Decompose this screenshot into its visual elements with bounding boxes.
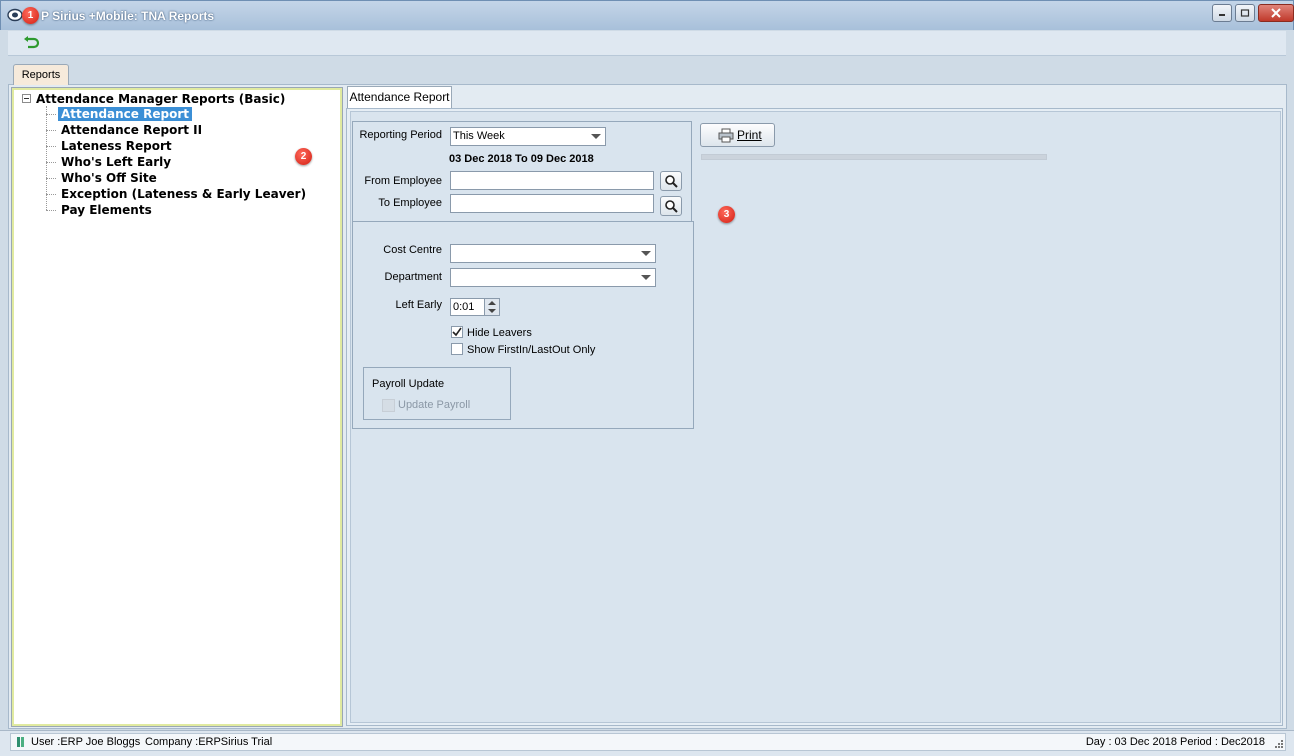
tree-item-pay-elements[interactable]: Pay Elements — [46, 203, 155, 219]
tree-item-attendance-report-ii[interactable]: Attendance Report II — [46, 123, 205, 139]
reporting-period-label: Reporting Period — [359, 129, 442, 141]
tree-root[interactable]: Attendance Manager Reports (Basic) — [22, 92, 285, 106]
resize-grip-icon[interactable] — [1273, 740, 1283, 750]
status-panel: User :ERP Joe Bloggs Company :ERPSirius … — [10, 733, 1286, 751]
update-payroll-label: Update Payroll — [398, 399, 471, 411]
annotation-badge: 1 — [22, 7, 39, 24]
tree-item-label: Attendance Report — [58, 107, 192, 121]
from-employee-label: From Employee — [364, 175, 442, 187]
status-company: Company :ERPSirius Trial — [145, 736, 273, 748]
annotation-badge: 3 — [718, 206, 735, 223]
minimize-icon — [1219, 14, 1225, 16]
date-range-text: 03 Dec 2018 To 09 Dec 2018 — [449, 153, 594, 165]
title-bar: P Sirius +Mobile: TNA Reports — [0, 0, 1294, 30]
close-button[interactable] — [1258, 4, 1294, 22]
to-employee-label: To Employee — [378, 197, 442, 209]
annotation-badge: 2 — [295, 148, 312, 165]
chevron-down-icon — [591, 134, 601, 139]
status-bar: User :ERP Joe Bloggs Company :ERPSirius … — [0, 730, 1294, 756]
to-employee-input[interactable] — [450, 194, 654, 213]
hide-leavers-checkbox[interactable] — [451, 326, 463, 338]
window-title: P Sirius +Mobile: TNA Reports — [41, 9, 215, 23]
left-early-value: 0:01 — [453, 301, 475, 313]
update-payroll-checkbox — [382, 399, 395, 412]
tree-item-label: Attendance Report II — [61, 123, 203, 137]
tree-item-label: Pay Elements — [61, 203, 152, 217]
from-employee-input[interactable] — [450, 171, 654, 190]
show-firstin-lastout-checkbox[interactable] — [451, 343, 463, 355]
collapse-icon[interactable] — [22, 94, 31, 103]
search-icon — [665, 200, 678, 213]
tree-item-label: Who's Off Site — [61, 171, 157, 185]
search-icon — [665, 175, 678, 188]
print-button[interactable]: Print — [700, 123, 775, 147]
reporting-period-value: This Week — [453, 130, 505, 142]
toolbar — [8, 31, 1286, 56]
chevron-down-icon — [641, 275, 651, 280]
reports-tree: Attendance Manager Reports (Basic) Atten… — [14, 90, 340, 724]
tree-item-whos-left-early[interactable]: Who's Left Early — [46, 155, 174, 171]
left-early-spinner[interactable]: 0:01 — [450, 298, 500, 316]
spin-down-icon[interactable] — [488, 309, 496, 313]
maximize-button[interactable] — [1235, 4, 1255, 22]
database-icon — [17, 737, 24, 747]
left-early-label: Left Early — [395, 299, 442, 311]
to-employee-search-button[interactable] — [660, 196, 682, 216]
department-label: Department — [384, 271, 442, 283]
hide-leavers-label: Hide Leavers — [467, 327, 532, 339]
progress-bar — [701, 154, 1047, 160]
tree-item-lateness-report[interactable]: Lateness Report — [46, 139, 175, 155]
tree-root-label: Attendance Manager Reports (Basic) — [36, 92, 286, 106]
payroll-update-title: Payroll Update — [372, 378, 445, 390]
tree-item-label: Exception (Lateness & Early Leaver) — [61, 187, 307, 201]
back-arrow-icon[interactable] — [22, 35, 40, 51]
checkmark-icon — [452, 327, 462, 337]
status-user: User :ERP Joe Bloggs — [31, 736, 141, 748]
chevron-down-icon — [641, 251, 651, 256]
status-day-period: Day : 03 Dec 2018 Period : Dec2018 — [1085, 736, 1265, 748]
printer-icon — [718, 128, 734, 143]
tree-item-exception[interactable]: Exception (Lateness & Early Leaver) — [46, 187, 309, 203]
show-firstin-lastout-label: Show FirstIn/LastOut Only — [467, 344, 596, 356]
payroll-update-group: Payroll Update Update Payroll — [363, 367, 511, 420]
tree-item-label: Lateness Report — [61, 139, 172, 153]
department-select[interactable] — [450, 268, 656, 287]
minimize-button[interactable] — [1212, 4, 1232, 22]
tree-item-attendance-report[interactable]: Attendance Report — [46, 107, 192, 123]
close-icon — [1271, 8, 1281, 18]
print-label: Print — [737, 128, 762, 142]
maximize-icon — [1240, 9, 1250, 17]
cost-centre-select[interactable] — [450, 244, 656, 263]
reporting-period-select[interactable]: This Week — [450, 127, 606, 146]
tree-item-whos-off-site[interactable]: Who's Off Site — [46, 171, 160, 187]
from-employee-search-button[interactable] — [660, 171, 682, 191]
spinner-buttons[interactable] — [484, 299, 499, 315]
cost-centre-label: Cost Centre — [383, 244, 442, 256]
app-logo-icon — [7, 8, 23, 22]
reports-tree-panel: Attendance Manager Reports (Basic) Atten… — [11, 87, 343, 727]
tab-reports[interactable]: Reports — [13, 64, 69, 85]
tab-attendance-report[interactable]: Attendance Report — [347, 86, 452, 108]
spin-up-icon[interactable] — [488, 301, 496, 305]
tree-item-label: Who's Left Early — [61, 155, 172, 169]
